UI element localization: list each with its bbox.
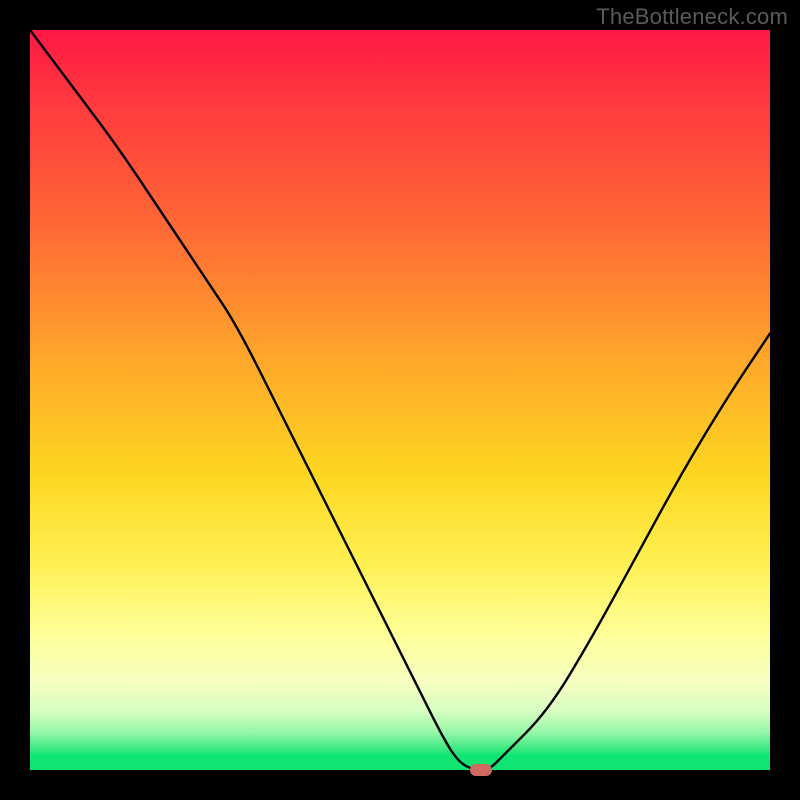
watermark-text: TheBottleneck.com bbox=[596, 4, 788, 30]
plot-area bbox=[30, 30, 770, 770]
bottleneck-curve bbox=[30, 30, 770, 770]
optimal-point-marker bbox=[470, 764, 492, 776]
chart-frame: TheBottleneck.com bbox=[0, 0, 800, 800]
